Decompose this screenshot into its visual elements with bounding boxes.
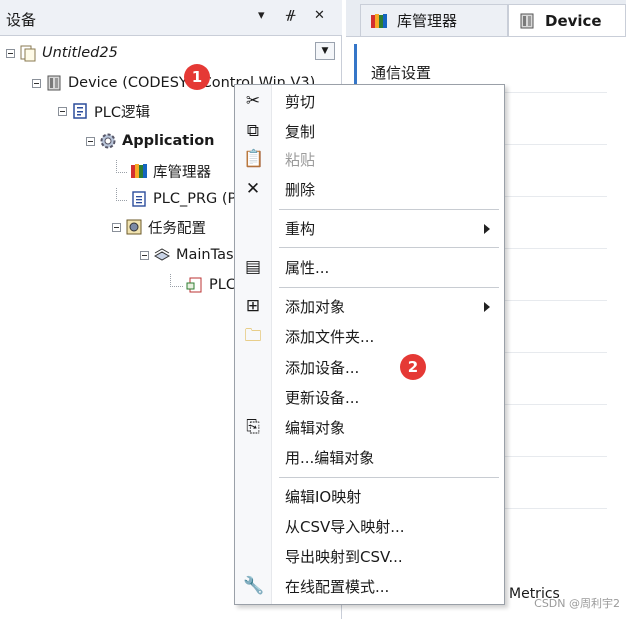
collapse-toggle-icon[interactable]: [86, 136, 95, 146]
menu-item-label: 复制: [285, 123, 316, 141]
menu-item-add-object[interactable]: ⊞ 添加对象: [235, 292, 504, 320]
menu-item-delete[interactable]: ✕ 删除: [235, 175, 504, 203]
menu-item-import-mapping-csv[interactable]: 从CSV导入映射...: [235, 512, 504, 540]
tree-node-label: 库管理器: [153, 164, 211, 181]
menu-item-update-device[interactable]: 更新设备...: [235, 383, 504, 411]
menu-item-edit-io-mapping[interactable]: 编辑IO映射: [235, 482, 504, 510]
tab-library-manager[interactable]: 库管理器: [360, 4, 508, 36]
scissors-icon: ✂: [245, 91, 261, 111]
tree-node-label: PLC逻辑: [94, 104, 150, 121]
collapse-toggle-icon[interactable]: [140, 250, 149, 260]
menu-item-label: 添加文件夹...: [285, 328, 375, 346]
menu-item-label: 用...编辑对象: [285, 449, 375, 467]
submenu-arrow-icon: [484, 224, 490, 234]
menu-item-label: 删除: [285, 181, 316, 199]
annotation-badge-1: 1: [184, 64, 210, 90]
pin-icon[interactable]: ᚌ: [286, 8, 295, 24]
menu-separator: [279, 477, 499, 478]
collapse-toggle-icon[interactable]: [6, 48, 15, 58]
tab-label: 库管理器: [397, 12, 458, 30]
project-icon: [20, 45, 36, 62]
task-call-icon: [186, 277, 202, 293]
menu-item-label: 在线配置模式...: [285, 578, 390, 596]
menu-separator: [279, 247, 499, 248]
tree-connector: [170, 273, 183, 287]
menu-item-label: 编辑IO映射: [285, 488, 362, 506]
submenu-arrow-icon: [484, 302, 490, 312]
menu-item-paste[interactable]: 📋 粘贴: [235, 145, 504, 173]
edit-object-icon: ⎘: [246, 417, 260, 437]
menu-item-edit-object-with[interactable]: 用...编辑对象: [235, 443, 504, 471]
watermark: CSDN @周利宇2: [534, 597, 620, 610]
menu-item-edit-object[interactable]: ⎘ 编辑对象: [235, 413, 504, 441]
menu-item-properties[interactable]: ▤ 属性...: [235, 253, 504, 281]
menu-item-label: 添加设备...: [285, 359, 360, 377]
editor-tab-bar: 库管理器 Device: [346, 0, 626, 37]
tree-node-label: 任务配置: [148, 220, 206, 237]
folder-icon: 🗀: [244, 326, 262, 346]
tree-node-plc-logic[interactable]: PLC逻辑: [58, 100, 150, 122]
menu-item-label: 更新设备...: [285, 389, 360, 407]
menu-item-add-device[interactable]: 添加设备...: [235, 353, 504, 381]
application-gear-icon: [100, 133, 116, 149]
library-books-icon: [371, 13, 387, 28]
menu-item-label: 导出映射到CSV...: [285, 548, 403, 566]
tab-device[interactable]: Device: [508, 4, 626, 36]
tree-node-application[interactable]: Application: [86, 130, 215, 152]
tree-node-library-manager[interactable]: 库管理器: [116, 159, 211, 182]
menu-item-label: 粘贴: [285, 151, 316, 169]
tab-label: Device: [545, 11, 602, 30]
tree-connector: [116, 187, 127, 201]
devices-panel-title: 设备: [6, 11, 37, 29]
plc-logic-icon: [73, 103, 87, 119]
menu-item-copy[interactable]: ⧉ 复制: [235, 117, 504, 145]
tree-node-task-config[interactable]: 任务配置: [112, 216, 206, 238]
device-icon: [47, 75, 61, 91]
task-icon: [153, 248, 171, 261]
task-config-icon: [126, 219, 142, 235]
collapse-toggle-icon[interactable]: [112, 222, 121, 232]
collapse-toggle-icon[interactable]: [32, 78, 41, 88]
tree-node-label: Untitled25: [42, 45, 118, 61]
tree-node-label: MainTask: [176, 247, 242, 263]
close-icon[interactable]: ✕: [314, 8, 325, 24]
menu-separator: [279, 209, 499, 210]
delete-x-icon: ✕: [245, 179, 261, 199]
tree-connector: [116, 159, 127, 173]
paste-icon: 📋: [243, 149, 265, 169]
menu-item-refactor[interactable]: 重构: [235, 214, 504, 242]
panel-menu-dropdown-icon[interactable]: ▾: [258, 8, 265, 24]
menu-item-label: 从CSV导入映射...: [285, 518, 405, 536]
menu-item-cut[interactable]: ✂ 剪切: [235, 87, 504, 115]
menu-item-label: 添加对象: [285, 298, 346, 316]
annotation-badge-2: 2: [400, 354, 426, 380]
device-icon: [520, 13, 534, 28]
copy-icon: ⧉: [246, 121, 260, 141]
menu-item-label: 编辑对象: [285, 419, 346, 437]
library-books-icon: [131, 164, 147, 178]
tree-node-project[interactable]: Untitled25: [6, 42, 118, 64]
properties-icon: ▤: [244, 257, 262, 277]
menu-item-label: 重构: [285, 220, 316, 238]
collapse-toggle-icon[interactable]: [58, 106, 67, 116]
menu-item-export-mapping-csv[interactable]: 导出映射到CSV...: [235, 542, 504, 570]
menu-item-label: 属性...: [285, 259, 330, 277]
menu-item-add-folder[interactable]: 🗀 添加文件夹...: [235, 322, 504, 350]
tree-dropdown-button[interactable]: ▼: [315, 42, 335, 60]
tree-node-label: Application: [122, 133, 215, 149]
online-config-icon: 🔧: [243, 576, 265, 596]
context-menu: ✂ 剪切 ⧉ 复制 📋 粘贴 ✕ 删除 重构 ▤ 属性... ⊞ 添加对象 🗀 …: [234, 84, 505, 605]
devices-panel-header: 设备 ▾ ᚌ ✕: [0, 0, 342, 36]
menu-separator: [279, 287, 499, 288]
tree-node-main-task[interactable]: MainTask: [140, 244, 242, 266]
add-object-icon: ⊞: [245, 296, 261, 316]
program-icon: [132, 191, 146, 207]
menu-item-online-config-mode[interactable]: 🔧 在线配置模式...: [235, 572, 504, 600]
communication-settings-title[interactable]: 通信设置: [371, 62, 431, 83]
menu-item-label: 剪切: [285, 93, 316, 111]
